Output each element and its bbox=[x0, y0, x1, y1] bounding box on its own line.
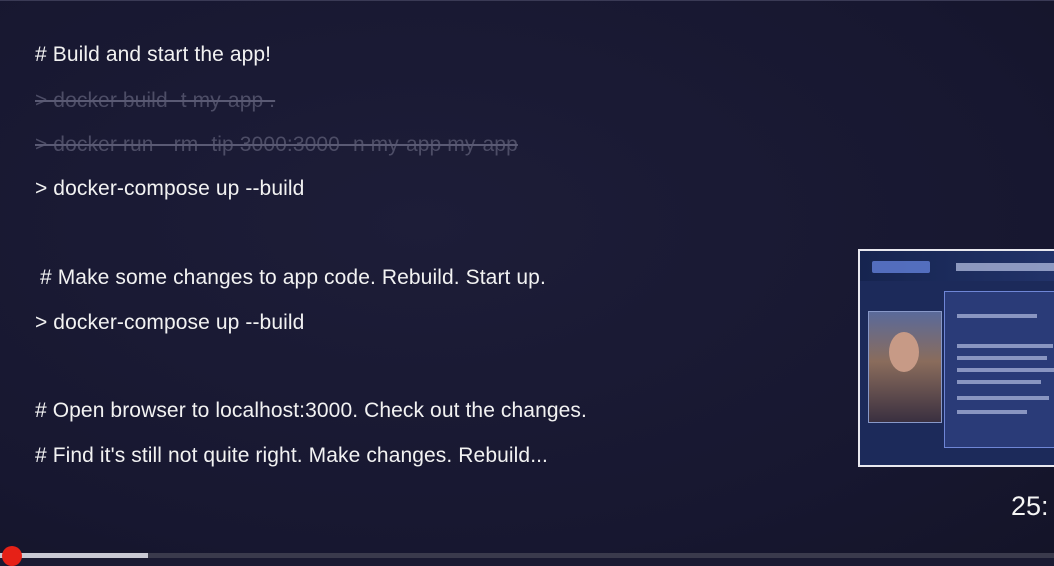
preview-header bbox=[860, 251, 1054, 281]
progress-bar[interactable] bbox=[0, 553, 1054, 558]
compose-command-line-2: > docker-compose up --build bbox=[35, 311, 305, 334]
comment-line-build-start: # Build and start the app! bbox=[35, 43, 272, 66]
scrubber-handle[interactable] bbox=[2, 546, 22, 566]
preview-slide-text bbox=[957, 356, 1047, 360]
timestamp: 25: bbox=[1011, 491, 1049, 521]
preview-title-bar bbox=[956, 263, 1054, 271]
preview-logo bbox=[872, 261, 930, 273]
struck-docker-build-line: > docker build -t my-app . bbox=[35, 89, 276, 112]
comment-line-find-still: # Find it's still not quite right. Make … bbox=[35, 444, 548, 467]
video-preview-thumbnail bbox=[858, 249, 1054, 467]
compose-command-line: > docker-compose up --build bbox=[35, 177, 305, 200]
preview-webcam bbox=[868, 311, 942, 423]
video-frame[interactable]: # Build and start the app! > docker buil… bbox=[0, 0, 1054, 566]
preview-slide-text bbox=[957, 410, 1027, 414]
comment-line-open-browser: # Open browser to localhost:3000. Check … bbox=[35, 399, 587, 422]
preview-slide-text bbox=[957, 368, 1054, 372]
preview-slide-text bbox=[957, 380, 1041, 384]
comment-line-make-changes: # Make some changes to app code. Rebuild… bbox=[40, 266, 546, 289]
struck-docker-run-line: > docker run --rm -tip 3000:3000 -n my-a… bbox=[35, 133, 518, 156]
preview-slide-text bbox=[957, 344, 1053, 348]
preview-slide-text bbox=[957, 396, 1049, 400]
preview-slide bbox=[944, 291, 1054, 448]
presenter-face bbox=[889, 332, 919, 372]
progress-fill bbox=[0, 553, 148, 558]
preview-slide-text bbox=[957, 314, 1037, 318]
